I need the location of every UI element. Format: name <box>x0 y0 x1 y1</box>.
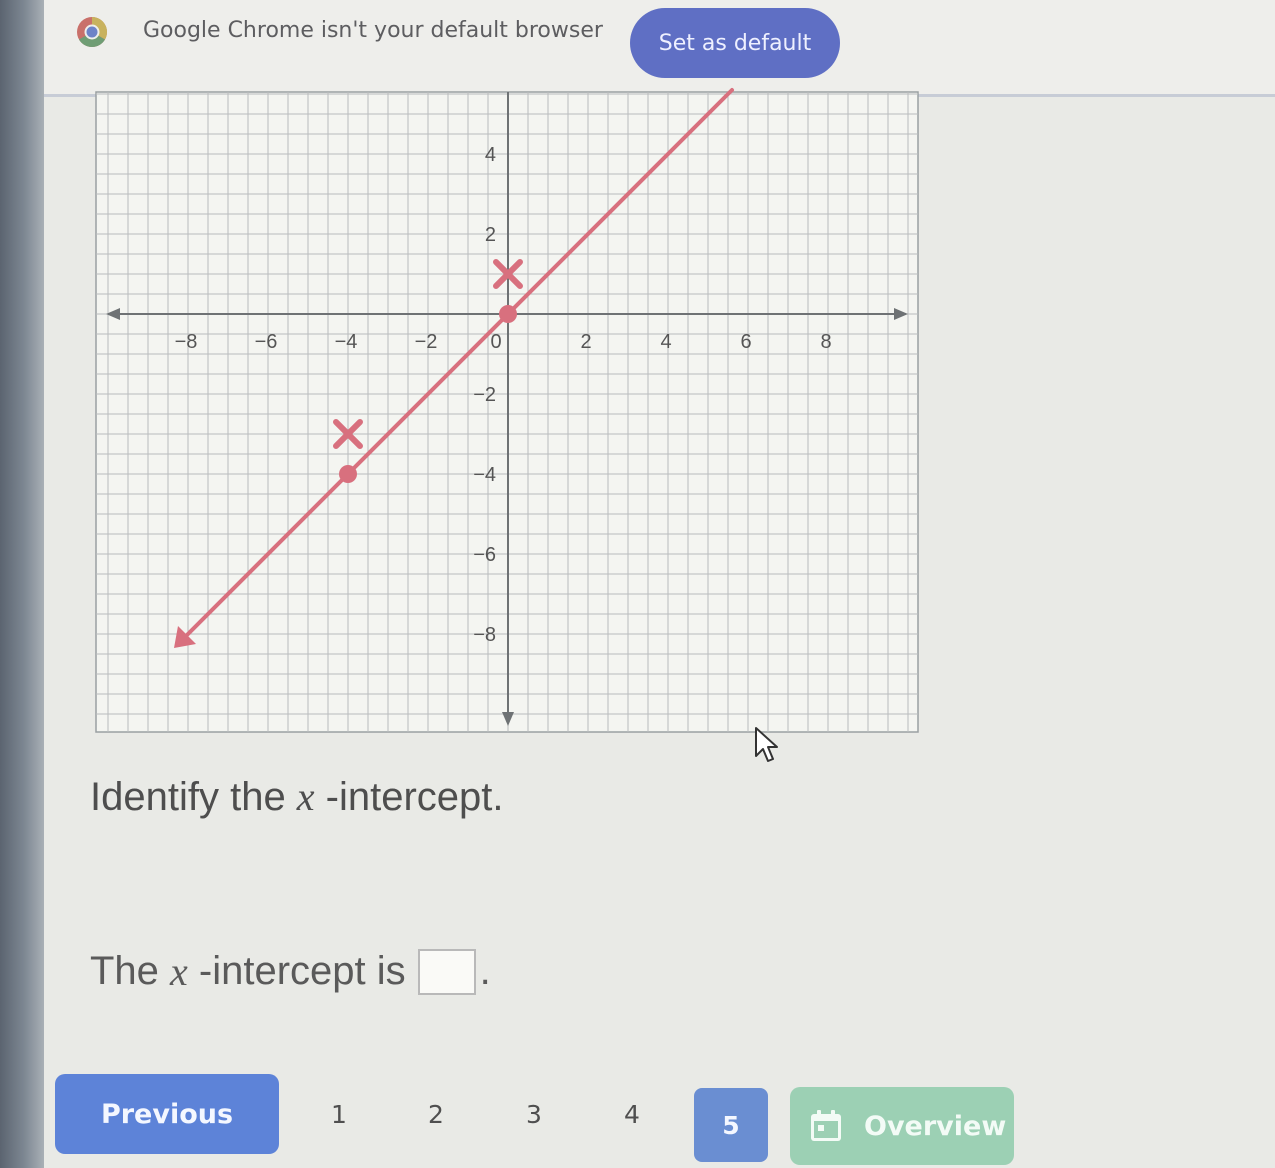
answer-suffix: -intercept is <box>187 949 406 993</box>
y-tick-label: −4 <box>473 464 496 486</box>
y-tick-label: 2 <box>485 224 496 246</box>
chrome-icon <box>77 16 108 48</box>
x-tick-label: 8 <box>820 331 831 353</box>
page-link-2[interactable]: 2 <box>428 1100 444 1129</box>
answer-period: . <box>479 949 491 993</box>
y-tick-label: −8 <box>473 624 496 646</box>
calendar-icon <box>811 1110 841 1141</box>
page-link-1[interactable]: 1 <box>331 1100 347 1129</box>
x-tick-label: 0 <box>490 331 501 353</box>
page-link-3[interactable]: 3 <box>526 1100 542 1129</box>
answer-prefix: The <box>90 949 171 993</box>
screen-bezel <box>0 0 44 1168</box>
plotted-point <box>499 305 517 323</box>
question-prompt: Identify the x -intercept. <box>90 773 504 820</box>
previous-button[interactable]: Previous <box>55 1074 279 1154</box>
set-as-default-button[interactable]: Set as default <box>630 8 840 78</box>
y-tick-label: −2 <box>473 384 496 406</box>
overview-button[interactable]: Overview <box>790 1087 1014 1165</box>
x-tick-label: −4 <box>335 331 358 353</box>
question-prefix: Identify the <box>90 775 297 819</box>
question-suffix: -intercept. <box>314 775 504 819</box>
plotted-point <box>339 465 357 483</box>
x-tick-label: −6 <box>255 331 278 353</box>
x-tick-label: 4 <box>660 331 671 353</box>
infobar-message: Google Chrome isn't your default browser <box>143 18 603 43</box>
answer-input[interactable] <box>417 948 476 995</box>
y-tick-label: −6 <box>473 544 496 566</box>
coordinate-graph[interactable]: −8 −6 −4 −2 0 2 4 6 8 4 2 −2 −4 −6 −8 <box>88 84 934 744</box>
mouse-cursor-icon <box>755 727 778 762</box>
x-tick-label: 2 <box>580 331 591 353</box>
x-tick-label: −8 <box>175 331 198 353</box>
page-link-5-current[interactable]: 5 <box>694 1088 768 1162</box>
x-tick-label: 6 <box>740 331 751 353</box>
overview-label: Overview <box>864 1110 1007 1142</box>
question-variable: x <box>296 774 315 819</box>
y-tick-label: 4 <box>485 144 496 166</box>
x-tick-label: −2 <box>415 331 438 353</box>
answer-variable: x <box>170 949 188 994</box>
answer-line: The x -intercept is. <box>90 948 491 995</box>
page-link-4[interactable]: 4 <box>624 1100 640 1129</box>
